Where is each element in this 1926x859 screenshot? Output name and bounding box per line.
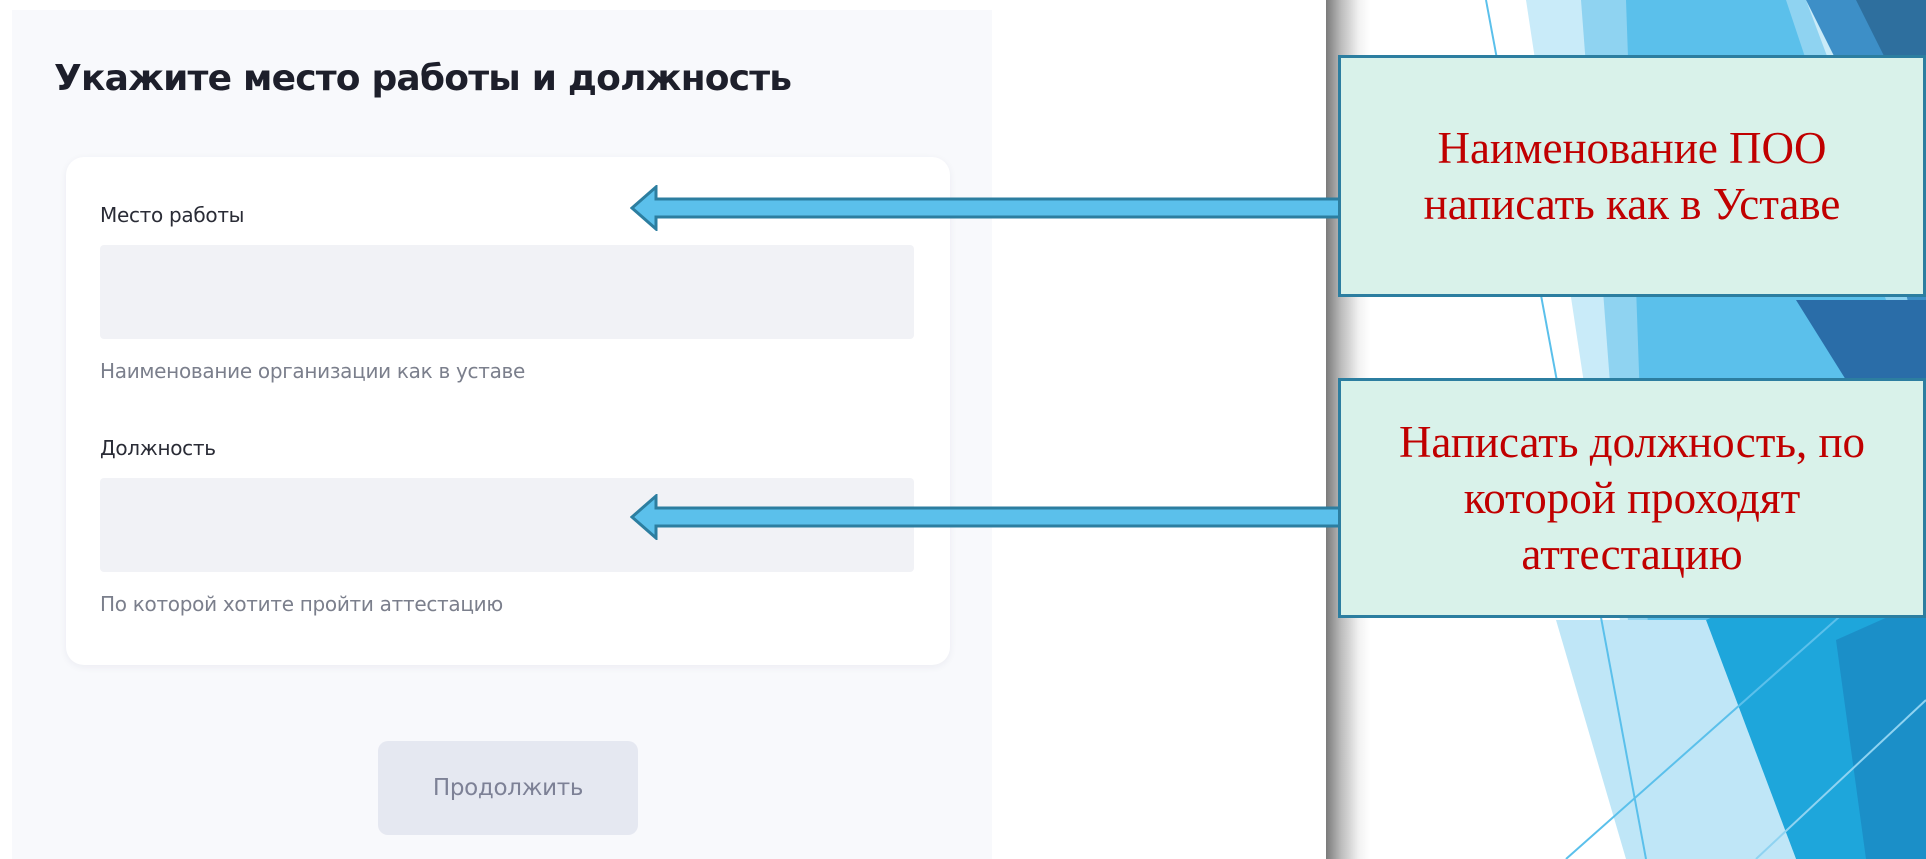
workplace-label: Место работы bbox=[100, 203, 245, 227]
arrow-left-icon bbox=[630, 185, 1344, 231]
workplace-hint: Наименование организации как в уставе bbox=[100, 359, 526, 383]
position-callout: Написать должность, по которой проходят … bbox=[1338, 378, 1926, 618]
arrow-left-icon bbox=[630, 494, 1344, 540]
workplace-input[interactable] bbox=[100, 245, 914, 339]
position-hint: По которой хотите пройти аттестацию bbox=[100, 592, 503, 616]
form-card: Место работы Наименование организации ка… bbox=[66, 157, 950, 665]
position-label: Должность bbox=[100, 436, 216, 460]
form-screen: Укажите место работы и должность Место р… bbox=[12, 10, 992, 859]
continue-button[interactable]: Продолжить bbox=[378, 741, 638, 835]
position-callout-text: Написать должность, по которой проходят … bbox=[1398, 417, 1866, 579]
page-title: Укажите место работы и должность bbox=[54, 58, 792, 99]
workplace-callout-text: Наименование ПОО написать как в Уставе bbox=[1423, 123, 1841, 229]
workplace-callout: Наименование ПОО написать как в Уставе bbox=[1338, 55, 1926, 297]
